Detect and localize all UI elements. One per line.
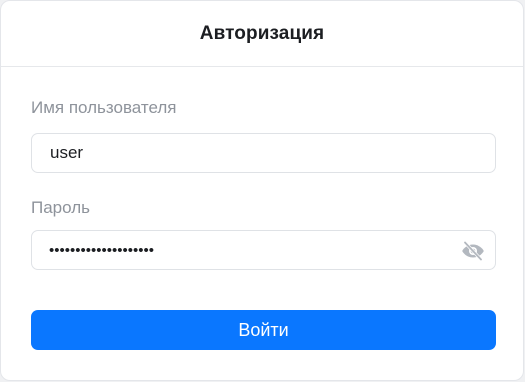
eye-slash-icon[interactable] [461, 240, 485, 262]
page-title: Авторизация [199, 22, 325, 44]
login-button[interactable]: Войти [31, 310, 496, 350]
password-input[interactable] [32, 231, 449, 269]
card-header: Авторизация [1, 1, 523, 67]
password-field-container [31, 230, 496, 270]
username-field-container [31, 133, 496, 173]
password-label: Пароль [31, 198, 90, 217]
username-label: Имя пользователя [31, 98, 177, 117]
username-input[interactable] [32, 134, 450, 172]
login-card: Авторизация Имя пользователя Пароль Войт… [0, 0, 524, 381]
